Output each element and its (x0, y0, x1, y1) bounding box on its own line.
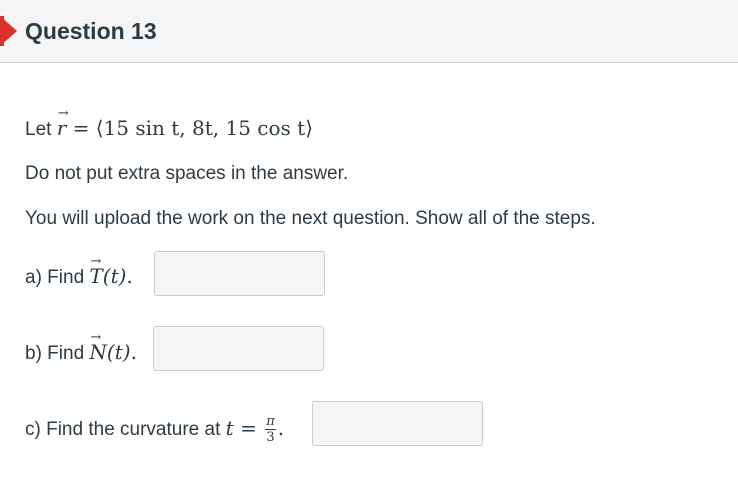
part-c-answer-input[interactable] (312, 401, 483, 446)
let-label: Let (25, 119, 52, 140)
let-line: Let → r = ⟨15 sin t, 8t, 15 cos t⟩ (25, 106, 313, 141)
question-title: Question 13 (25, 18, 157, 44)
question-header: Question 13 (0, 0, 738, 63)
r-expression: ⟨15 sin t, 8t, 15 cos t⟩ (95, 116, 313, 140)
r-vector: → r (56, 106, 69, 140)
part-b-prompt: b) Find → N(t). (25, 330, 137, 364)
part-c-prompt: c) Find the curvature at t = π3. (25, 414, 285, 445)
part-b-answer-input[interactable] (153, 326, 324, 371)
n-vector: → N (89, 330, 107, 364)
instruction-spaces: Do not put extra spaces in the answer. (25, 163, 349, 184)
equals-sign: = (72, 116, 90, 140)
flag-icon[interactable] (0, 16, 17, 46)
t-vector: → T (89, 254, 103, 288)
part-a-answer-input[interactable] (154, 251, 325, 296)
part-a-prompt: a) Find → T(t). (25, 254, 133, 288)
pi-over-3-fraction: π3 (265, 414, 276, 445)
instruction-upload: You will upload the work on the next que… (25, 208, 596, 229)
